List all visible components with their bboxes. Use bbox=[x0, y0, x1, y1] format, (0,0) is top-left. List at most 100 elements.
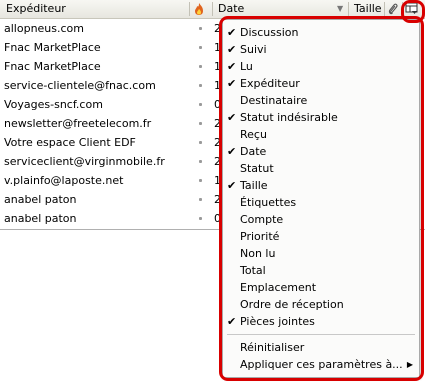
checkmark-icon: ✔ bbox=[227, 145, 237, 158]
menu-item-label: Suivi bbox=[240, 43, 267, 56]
checkmark-icon: ✔ bbox=[227, 111, 237, 124]
menu-item-label: Réinitialiser bbox=[240, 341, 305, 354]
column-header-attachment[interactable] bbox=[387, 0, 401, 18]
menu-item-label: Ordre de réception bbox=[240, 298, 344, 311]
menu-item-2[interactable]: ✔ Suivi bbox=[223, 41, 419, 58]
menu-item-5[interactable]: Destinataire bbox=[223, 92, 419, 109]
flame-icon bbox=[195, 3, 203, 15]
row-date: 0 bbox=[214, 212, 221, 225]
menu-item-label: Appliquer ces paramètres à... bbox=[240, 358, 403, 371]
row-date: 2 bbox=[214, 193, 221, 206]
column-header-date[interactable]: Date bbox=[218, 0, 338, 18]
menu-item-13[interactable]: Priorité bbox=[223, 228, 419, 245]
column-header-size[interactable]: Taille bbox=[354, 0, 384, 18]
row-sender: anabel paton bbox=[4, 212, 77, 225]
status-dot-icon[interactable] bbox=[199, 46, 202, 49]
checkmark-icon: ✔ bbox=[227, 43, 237, 56]
row-sender: anabel paton bbox=[4, 228, 77, 229]
column-separator[interactable] bbox=[212, 2, 213, 16]
row-sender: newsletter@freetelecom.fr bbox=[4, 117, 152, 130]
column-picker-button[interactable] bbox=[405, 0, 421, 18]
menu-separator bbox=[227, 334, 415, 335]
sort-indicator-icon: ▼ bbox=[337, 4, 344, 13]
menu-item-label: Expéditeur bbox=[240, 77, 300, 90]
menu-item-18[interactable]: ✔ Pièces jointes bbox=[223, 313, 419, 330]
column-header-status[interactable] bbox=[193, 0, 209, 18]
menu-item-label: Pièces jointes bbox=[240, 315, 315, 328]
submenu-arrow-icon: ▶ bbox=[406, 360, 413, 369]
status-dot-icon[interactable] bbox=[199, 141, 202, 144]
menu-item-label: Statut bbox=[240, 162, 274, 175]
menu-item-12[interactable]: Compte bbox=[223, 211, 419, 228]
row-date: 2 bbox=[214, 22, 221, 35]
menu-item-label: Taille bbox=[240, 179, 268, 192]
row-sender: v.plainfo@laposte.net bbox=[4, 174, 124, 187]
reset-columns-item[interactable]: Réinitialiser bbox=[223, 339, 419, 356]
menu-item-4[interactable]: ✔ Expéditeur bbox=[223, 75, 419, 92]
row-sender: allopneus.com bbox=[4, 22, 84, 35]
row-sender: serviceclient@virginmobile.fr bbox=[4, 155, 165, 168]
column-separator[interactable] bbox=[189, 2, 190, 16]
menu-item-label: Priorité bbox=[240, 230, 280, 243]
status-dot-icon[interactable] bbox=[199, 103, 202, 106]
status-dot-icon[interactable] bbox=[199, 198, 202, 201]
column-separator[interactable] bbox=[384, 2, 385, 16]
menu-item-17[interactable]: Ordre de réception bbox=[223, 296, 419, 313]
checkmark-icon: ✔ bbox=[227, 179, 237, 192]
menu-item-label: Statut indésirable bbox=[240, 111, 338, 124]
row-sender: service-clientele@fnac.com bbox=[4, 79, 156, 92]
row-sender: Votre espace Client EDF bbox=[4, 136, 136, 149]
menu-item-15[interactable]: Total bbox=[223, 262, 419, 279]
menu-item-label: Lu bbox=[240, 60, 253, 73]
menu-item-label: Reçu bbox=[240, 128, 267, 141]
menu-item-1[interactable]: ✔ Discussion bbox=[223, 24, 419, 41]
menu-item-10[interactable]: ✔ Taille bbox=[223, 177, 419, 194]
row-date: 1 bbox=[214, 79, 221, 92]
column-picker-icon bbox=[405, 2, 418, 14]
status-dot-icon[interactable] bbox=[199, 122, 202, 125]
status-dot-icon[interactable] bbox=[199, 217, 202, 220]
checkmark-icon: ✔ bbox=[227, 60, 237, 73]
row-sender: anabel paton bbox=[4, 193, 77, 206]
menu-item-9[interactable]: Statut bbox=[223, 160, 419, 177]
menu-item-6[interactable]: ✔ Statut indésirable bbox=[223, 109, 419, 126]
column-header-bar: Expéditeur Date ▼ Taille bbox=[0, 0, 425, 19]
column-separator[interactable] bbox=[348, 2, 349, 16]
column-separator[interactable] bbox=[402, 2, 403, 16]
apply-settings-item[interactable]: Appliquer ces paramètres à... ▶ bbox=[223, 356, 419, 373]
checkmark-icon: ✔ bbox=[227, 26, 237, 39]
menu-item-label: Total bbox=[240, 264, 266, 277]
menu-item-3[interactable]: ✔ Lu bbox=[223, 58, 419, 75]
menu-item-label: Compte bbox=[240, 213, 284, 226]
status-dot-icon[interactable] bbox=[199, 179, 202, 182]
row-sender: Voyages-sncf.com bbox=[4, 98, 103, 111]
row-date: 2 bbox=[214, 155, 221, 168]
menu-item-label: Date bbox=[240, 145, 267, 158]
row-date: 0 bbox=[214, 98, 221, 111]
menu-item-14[interactable]: Non lu bbox=[223, 245, 419, 262]
row-date: 1 bbox=[214, 174, 221, 187]
menu-item-7[interactable]: Reçu bbox=[223, 126, 419, 143]
row-sender: Fnac MarketPlace bbox=[4, 60, 101, 73]
status-dot-icon[interactable] bbox=[199, 65, 202, 68]
row-date: 1 bbox=[214, 60, 221, 73]
status-dot-icon[interactable] bbox=[199, 27, 202, 30]
menu-item-16[interactable]: Emplacement bbox=[223, 279, 419, 296]
row-date: 1 bbox=[214, 41, 221, 54]
row-date: 2 bbox=[214, 117, 221, 130]
status-dot-icon[interactable] bbox=[199, 160, 202, 163]
column-header-sender[interactable]: Expéditeur bbox=[6, 0, 186, 18]
menu-item-label: Destinataire bbox=[240, 94, 308, 107]
row-date: 2 bbox=[214, 136, 221, 149]
checkmark-icon: ✔ bbox=[227, 315, 237, 328]
column-picker-menu: ✔ Discussion ✔ Suivi ✔ Lu ✔ Expéditeur Destinata… bbox=[222, 19, 420, 378]
menu-item-8[interactable]: ✔ Date bbox=[223, 143, 419, 160]
menu-item-label: Emplacement bbox=[240, 281, 317, 294]
menu-item-label: Non lu bbox=[240, 247, 276, 260]
menu-item-label: Discussion bbox=[240, 26, 299, 39]
paperclip-icon bbox=[388, 3, 398, 15]
menu-item-11[interactable]: Étiquettes bbox=[223, 194, 419, 211]
status-dot-icon[interactable] bbox=[199, 84, 202, 87]
menu-item-label: Étiquettes bbox=[240, 196, 297, 209]
row-sender: Fnac MarketPlace bbox=[4, 41, 101, 54]
